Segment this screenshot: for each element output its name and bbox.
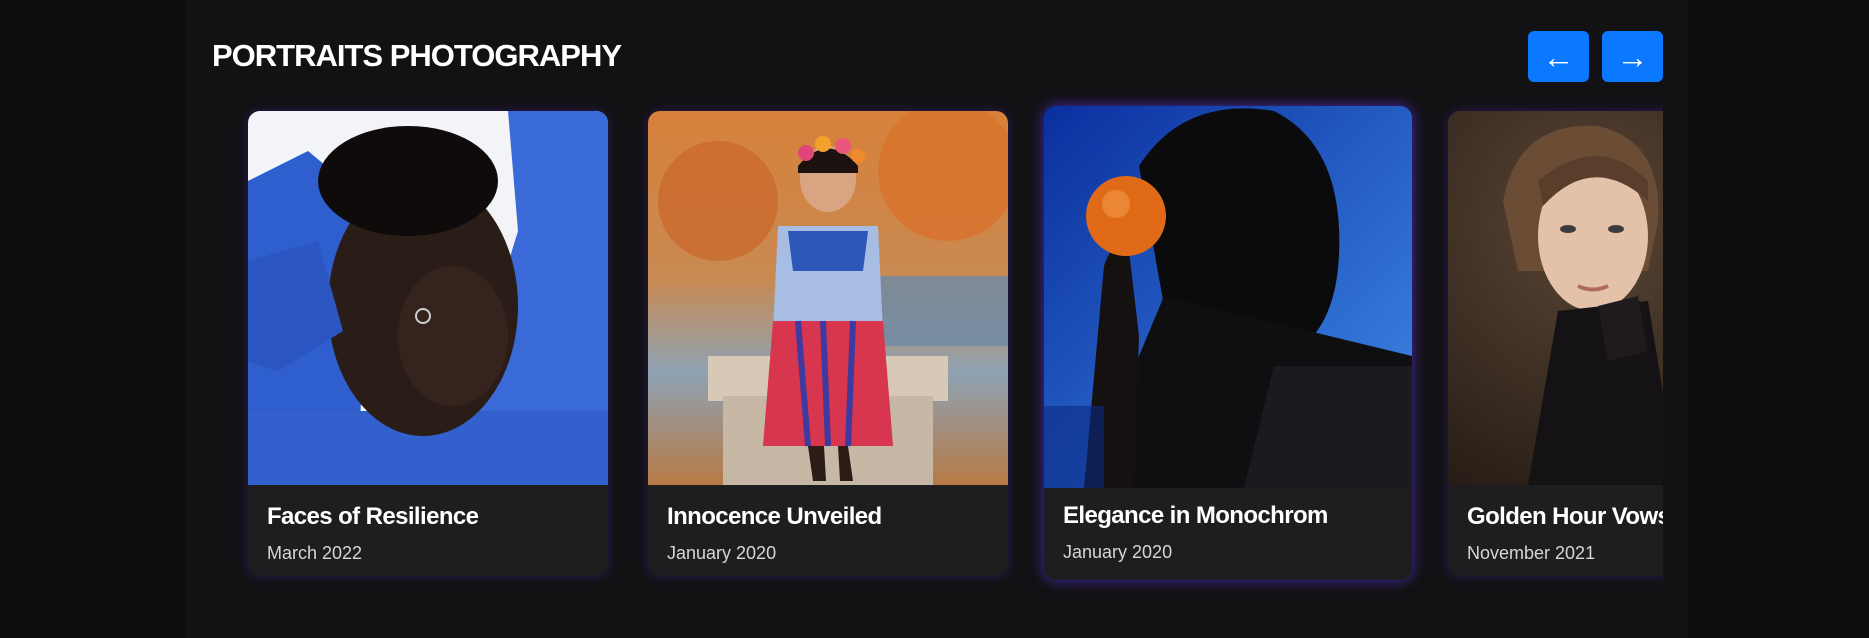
portrait-photo [1044, 106, 1412, 488]
card-title: Golden Hour Vows [1467, 503, 1663, 530]
portrait-photo [248, 111, 608, 485]
card-date: January 2020 [667, 543, 777, 563]
portrait-card[interactable]: Golden Hour Vows November 2021 [1448, 111, 1663, 576]
arrow-right-icon: → [1616, 38, 1649, 75]
card-title: Faces of Resilience [267, 503, 479, 530]
section-title: PORTRAITS PHOTOGRAPHY [212, 38, 622, 73]
portrait-photo [648, 111, 1008, 485]
previous-button[interactable]: ← [1528, 31, 1589, 82]
carousel-track[interactable]: Faces of Resilience March 2022 Innocence… [212, 90, 1663, 600]
card-title: Innocence Unveiled [667, 503, 882, 530]
card-date: November 2021 [1467, 543, 1596, 563]
portrait-photo [1448, 111, 1663, 485]
portrait-card[interactable]: Innocence Unveiled January 2020 [648, 111, 1008, 576]
card-date: January 2020 [1063, 542, 1173, 562]
portrait-card-active[interactable]: Elegance in Monochrom January 2020 [1044, 106, 1412, 580]
card-date: March 2022 [267, 543, 363, 563]
next-button[interactable]: → [1602, 31, 1663, 82]
portrait-card[interactable]: Faces of Resilience March 2022 [248, 111, 608, 576]
card-title: Elegance in Monochrom [1063, 502, 1328, 529]
arrow-left-icon: ← [1542, 38, 1575, 75]
